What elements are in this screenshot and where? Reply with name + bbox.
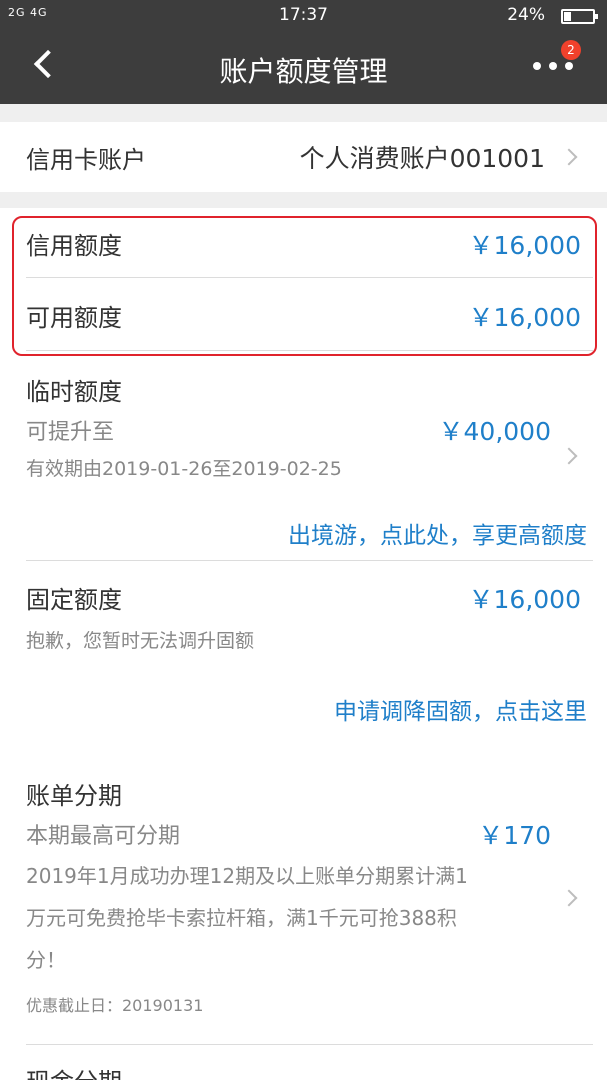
promo-line: 分！ (26, 948, 66, 972)
bill-installment-label: 账单分期 (26, 782, 122, 810)
temporary-limit-sublabel: 可提升至 (26, 420, 115, 445)
overseas-travel-link[interactable]: 出境游，点此处，享更高额度 (288, 516, 587, 550)
notification-badge: 2 (561, 40, 581, 60)
promo-deadline: 优惠截止日：20190131 (26, 996, 204, 1015)
chevron-right-icon (560, 447, 578, 465)
status-bar: 2G 4G 17:37 24% (0, 0, 607, 32)
temporary-limit-validity: 有效期由2019-01-26至2019-02-25 (26, 458, 342, 480)
promo-line: 万元可免费抢毕卡索拉杆箱，满1千元可抢388积 (26, 906, 457, 930)
promo-line: 2019年1月成功办理12期及以上账单分期累计满1 (26, 864, 468, 888)
cash-installment-label[interactable]: 现金分期 (26, 1062, 122, 1080)
temporary-limit-value: ￥40,000 (438, 417, 551, 446)
installment-section: 账单分期 本期最高可分期 ￥170 2019年1月成功办理12期及以上账单分期累… (0, 754, 607, 1080)
chevron-right-icon (560, 148, 578, 166)
account-value: 个人消费账户001001 (299, 144, 545, 173)
fixed-limit-note: 抱歉，您暂时无法调升固额 (26, 630, 255, 652)
battery-icon (561, 9, 598, 24)
bill-installment-value: ￥170 (478, 821, 551, 850)
account-row[interactable]: 信用卡账户 个人消费账户001001 (0, 122, 607, 192)
temporary-limit-label: 临时额度 (26, 378, 122, 406)
chevron-right-icon (560, 889, 578, 907)
lower-fixed-limit-link[interactable]: 申请调降固额，点击这里 (334, 692, 587, 726)
battery-percent: 24% (507, 5, 545, 25)
fixed-limit-value: ￥16,000 (468, 585, 581, 614)
battery-fill (564, 12, 571, 21)
nav-bar: 账户额度管理 2 (0, 32, 607, 104)
fixed-limit-label: 固定额度 (26, 586, 122, 614)
more-icon[interactable] (533, 60, 573, 72)
page-title: 账户额度管理 (219, 55, 388, 88)
divider (26, 560, 593, 561)
account-label: 信用卡账户 (26, 146, 146, 174)
bill-installment-sublabel: 本期最高可分期 (26, 824, 181, 849)
highlight-box (12, 216, 597, 356)
divider (26, 1044, 593, 1045)
